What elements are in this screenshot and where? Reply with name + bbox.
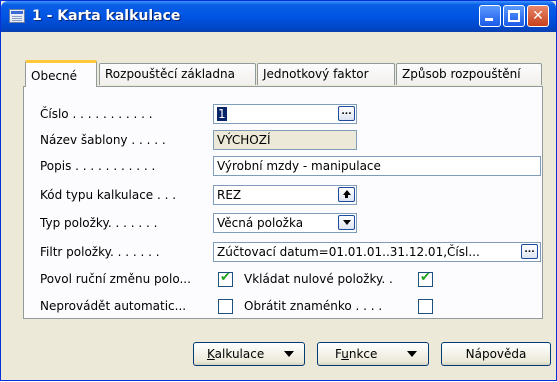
neprovadet-automatic-label: Neprovádět automatic... [40,299,187,313]
chevron-down-icon [343,220,351,225]
typ-polozky-field[interactable]: Věcná položka [213,213,357,233]
nazev-sablony-field[interactable]: VÝCHOZÍ [213,130,357,150]
form: Číslo . . . . . . . . . . . 1 ... Název … [1,1,557,382]
nazev-sablony-label: Název šablony . . . . . [40,133,166,147]
vkladat-nulove-polozky-checkbox[interactable]: ✔ [418,270,433,287]
filtr-polozky-lookup-button[interactable]: ... [521,244,538,259]
vkladat-nulove-polozky-label: Vkládat nulové položky. . [244,272,393,286]
neprovadet-automatic-checkbox[interactable] [218,299,233,314]
povol-rucni-zmenu-checkbox[interactable]: ✔ [218,270,233,287]
popis-label: Popis . . . . . . . . . . . [40,159,156,173]
filtr-polozky-label: Filtr položky. . . . . . . [40,245,160,259]
cislo-field[interactable]: 1 [213,104,357,124]
povol-rucni-zmenu-label: Povol ruční změnu polo... [40,272,191,286]
filtr-polozky-field[interactable]: Zúčtovací datum=01.01.01..31.12.01,Čísl.… [213,242,541,262]
kod-typu-kalkulace-lookup-button[interactable] [338,187,355,202]
typ-polozky-label: Typ položky. . . . . . . [40,216,158,230]
kod-typu-kalkulace-field[interactable]: REZ [213,185,357,205]
cislo-lookup-button[interactable]: ... [338,106,355,121]
popis-field[interactable]: Výrobní mzdy - manipulace [213,156,541,176]
obratit-znamenko-label: Obrátit znaménko . . . . [244,299,383,313]
cislo-value: 1 [217,107,227,121]
check-icon: ✔ [220,270,231,285]
kod-typu-kalkulace-label: Kód typu kalkulace . . . [40,188,177,202]
check-icon: ✔ [420,270,431,285]
obratit-znamenko-checkbox[interactable] [418,299,433,314]
typ-polozky-dropdown-button[interactable] [338,215,355,230]
cislo-label: Číslo . . . . . . . . . . . [40,107,153,121]
window: 1 - Karta kalkulace ✕ Obecné Rozpouštěcí… [0,0,557,381]
